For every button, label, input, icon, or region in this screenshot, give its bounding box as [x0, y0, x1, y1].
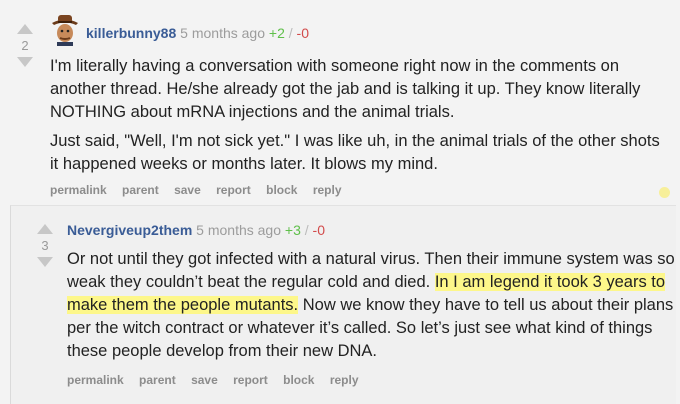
comment-actions: permalink parent save report block reply	[67, 373, 371, 387]
comment-2: 3 Nevergiveup2them 5 months ago +3 / -0 …	[10, 205, 676, 404]
upvote-arrow-icon[interactable]	[17, 24, 33, 34]
parent-link[interactable]: parent	[122, 183, 159, 197]
downvotes-count: -0	[296, 25, 309, 41]
comment-score: 3	[41, 238, 49, 253]
reply-link[interactable]: reply	[330, 373, 359, 387]
upvotes-count: +2	[268, 25, 285, 41]
vote-separator: /	[288, 25, 293, 41]
upvotes-count: +3	[284, 222, 301, 238]
comment-time: 5 months ago	[180, 25, 265, 41]
downvote-arrow-icon[interactable]	[37, 257, 53, 267]
vote-separator: /	[304, 222, 309, 238]
report-link[interactable]: report	[216, 183, 251, 197]
permalink-link[interactable]: permalink	[67, 373, 124, 387]
upvote-arrow-icon[interactable]	[37, 224, 53, 234]
block-link[interactable]: block	[283, 373, 314, 387]
comment-body: I'm literally having a conversation with…	[50, 55, 670, 182]
report-link[interactable]: report	[233, 373, 268, 387]
vote-column: 2	[14, 24, 36, 67]
comment-actions: permalink parent save report block reply	[50, 183, 354, 197]
block-link[interactable]: block	[266, 183, 297, 197]
avatar[interactable]	[50, 12, 80, 46]
author-name[interactable]: killerbunny88	[86, 25, 176, 41]
comment-time: 5 months ago	[196, 222, 282, 238]
vote-column: 3	[34, 224, 56, 267]
save-link[interactable]: save	[174, 183, 201, 197]
save-link[interactable]: save	[191, 373, 218, 387]
downvotes-count: -0	[312, 222, 325, 238]
author-name[interactable]: Nevergiveup2them	[67, 222, 192, 238]
parent-link[interactable]: parent	[139, 373, 176, 387]
comment-tagline: Nevergiveup2them 5 months ago +3 / -0	[67, 222, 325, 238]
comment-paragraph: Just said, "Well, I'm not sick yet." I w…	[50, 132, 660, 173]
comment-body: Or not until they got infected with a na…	[67, 248, 677, 369]
permalink-link[interactable]: permalink	[50, 183, 107, 197]
decorative-dot	[659, 187, 670, 198]
comment-score: 2	[21, 38, 29, 53]
downvote-arrow-icon[interactable]	[17, 57, 33, 67]
comment-paragraph: I'm literally having a conversation with…	[50, 57, 641, 121]
comment-tagline: killerbunny88 5 months ago +2 / -0	[86, 25, 309, 41]
comment-1: 2 killerbunny88 5 months ago +2 / -0 I'm…	[0, 0, 680, 205]
comment-paragraph: Or not until they got infected with a na…	[67, 248, 677, 363]
reply-link[interactable]: reply	[313, 183, 342, 197]
